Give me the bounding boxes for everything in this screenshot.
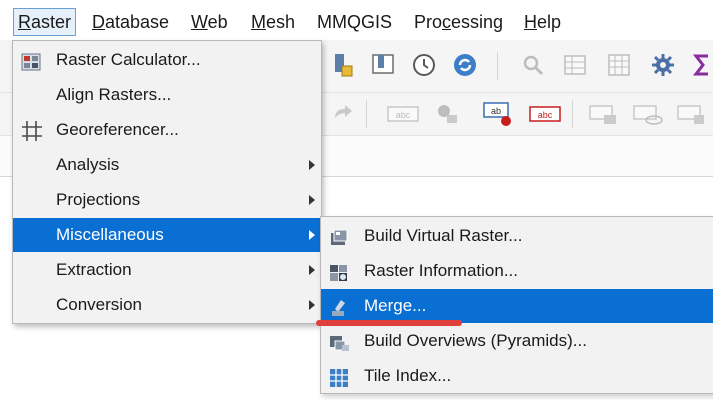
menu-mesh-label: esh bbox=[266, 12, 296, 32]
menu-raster[interactable]: Raster bbox=[13, 8, 77, 36]
add-bookmark-icon[interactable] bbox=[331, 52, 357, 78]
menu-item-align-rasters[interactable]: Align Rasters... bbox=[13, 78, 321, 112]
menu-help[interactable]: Help bbox=[520, 8, 565, 36]
label-move-icon[interactable] bbox=[676, 101, 708, 127]
menu-item-build-overviews[interactable]: Build Overviews (Pyramids)... bbox=[321, 324, 713, 358]
temporal-clock-icon[interactable] bbox=[411, 52, 437, 78]
menu-mmqgis[interactable]: MMQGIS bbox=[313, 8, 396, 36]
georeferencer-grid-icon bbox=[21, 120, 42, 141]
show-bookmarks-icon[interactable] bbox=[370, 52, 396, 78]
menu-processing[interactable]: Processing bbox=[410, 8, 507, 36]
refresh-icon[interactable] bbox=[452, 52, 478, 78]
menu-item-raster-information[interactable]: Raster Information... bbox=[321, 254, 713, 288]
menu-mmqgis-label: MMQGIS bbox=[317, 12, 392, 32]
svg-text:abc: abc bbox=[396, 110, 411, 120]
pin-label-icon[interactable] bbox=[434, 101, 460, 127]
menu-item-label: Align Rasters... bbox=[56, 85, 172, 104]
menu-item-label: Build Overviews (Pyramids)... bbox=[364, 331, 587, 350]
menu-web-label: eb bbox=[207, 12, 228, 32]
menu-item-georeferencer[interactable]: Georeferencer... bbox=[13, 113, 321, 147]
build-overviews-icon bbox=[329, 331, 349, 351]
menu-item-label: Projections bbox=[56, 190, 141, 209]
menu-database[interactable]: Database bbox=[88, 8, 173, 36]
menu-item-label: Raster Calculator... bbox=[56, 50, 201, 69]
menu-help-mnemonic: H bbox=[524, 12, 537, 32]
menu-mesh[interactable]: Mesh bbox=[247, 8, 299, 36]
toolbar-separator bbox=[497, 52, 498, 80]
menu-bar: Raster Database Web Mesh MMQGIS Processi… bbox=[0, 0, 713, 40]
menu-processing-mnemonic: c bbox=[442, 12, 452, 32]
annotation-underline bbox=[316, 320, 462, 326]
label-highlight-icon[interactable] bbox=[588, 101, 620, 127]
submenu-arrow-icon bbox=[309, 265, 315, 275]
menu-item-merge[interactable]: Merge... bbox=[321, 289, 713, 323]
menu-database-mnemonic: D bbox=[92, 12, 105, 32]
merge-icon bbox=[329, 296, 349, 316]
menu-item-label: Tile Index... bbox=[364, 366, 452, 385]
menu-item-label: Miscellaneous bbox=[56, 225, 164, 244]
menu-item-projections[interactable]: Projections bbox=[13, 183, 321, 217]
menu-web-mnemonic: W bbox=[191, 12, 208, 32]
menu-processing-label: essing bbox=[451, 12, 504, 32]
menu-item-label: Merge... bbox=[364, 296, 427, 315]
menu-mesh-mnemonic: M bbox=[251, 12, 266, 32]
statistics-sum-icon[interactable] bbox=[692, 52, 713, 78]
menu-item-extraction[interactable]: Extraction bbox=[13, 253, 321, 287]
redo-icon[interactable] bbox=[330, 101, 356, 127]
raster-menu: Raster Calculator... Align Rasters... Ge… bbox=[12, 40, 322, 324]
menu-item-analysis[interactable]: Analysis bbox=[13, 148, 321, 182]
build-virtual-raster-icon bbox=[329, 226, 349, 246]
tile-index-icon bbox=[329, 366, 349, 387]
menu-item-tile-index[interactable]: Tile Index... bbox=[321, 359, 713, 393]
menu-item-label: Build Virtual Raster... bbox=[364, 226, 523, 245]
menu-item-raster-calculator[interactable]: Raster Calculator... bbox=[13, 43, 321, 77]
svg-text:abc: abc bbox=[538, 110, 553, 120]
menu-item-label: Georeferencer... bbox=[56, 120, 179, 139]
submenu-arrow-icon bbox=[309, 230, 315, 240]
miscellaneous-submenu: Build Virtual Raster... Raster Informati… bbox=[320, 216, 713, 394]
menu-database-label: atabase bbox=[105, 12, 170, 32]
svg-text:ab: ab bbox=[491, 106, 501, 116]
raster-calculator-icon bbox=[21, 50, 41, 71]
settings-gear-icon[interactable] bbox=[650, 52, 676, 78]
label-abc-icon[interactable]: abc bbox=[386, 101, 420, 127]
menu-item-label: Conversion bbox=[56, 295, 142, 314]
submenu-arrow-icon bbox=[309, 195, 315, 205]
menu-raster-label: aster bbox=[31, 12, 72, 32]
menu-item-conversion[interactable]: Conversion bbox=[13, 288, 321, 322]
raster-information-icon bbox=[329, 261, 349, 281]
label-ab-icon[interactable]: ab bbox=[482, 99, 514, 126]
toolbar-separator bbox=[366, 100, 367, 128]
menu-item-label: Extraction bbox=[56, 260, 132, 279]
menu-web[interactable]: Web bbox=[187, 8, 232, 36]
label-show-icon[interactable] bbox=[632, 101, 664, 127]
label-abc-red-icon[interactable]: abc bbox=[528, 101, 562, 127]
menu-item-miscellaneous[interactable]: Miscellaneous bbox=[13, 218, 321, 252]
menu-processing-prefix: Pro bbox=[414, 12, 443, 32]
menu-help-label: elp bbox=[537, 12, 562, 32]
identify-icon[interactable] bbox=[520, 52, 546, 78]
menu-raster-mnemonic: R bbox=[18, 12, 31, 32]
submenu-arrow-icon bbox=[309, 300, 315, 310]
submenu-arrow-icon bbox=[309, 160, 315, 170]
attribute-table-icon[interactable] bbox=[562, 52, 588, 78]
menu-item-label: Raster Information... bbox=[364, 261, 519, 280]
menu-item-build-virtual-raster[interactable]: Build Virtual Raster... bbox=[321, 219, 713, 253]
menu-item-label: Analysis bbox=[56, 155, 120, 174]
toolbar-separator bbox=[572, 100, 573, 128]
field-calculator-icon[interactable] bbox=[606, 52, 632, 78]
